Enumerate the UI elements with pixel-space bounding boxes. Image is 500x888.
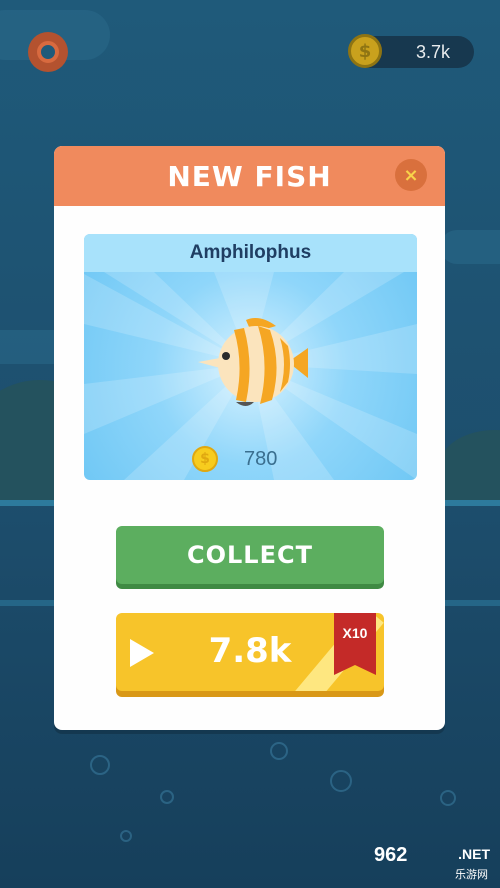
dialog-title: NEW FISH [167, 159, 332, 193]
watch-ad-button[interactable]: 7.8k X10 [116, 613, 384, 691]
coin-icon: $ [348, 34, 382, 68]
fish-illustration [192, 312, 312, 412]
gear-icon[interactable] [28, 32, 68, 72]
coin-balance: $ 3.7k [348, 34, 474, 68]
balance-value: 3.7k [415, 42, 450, 62]
multiplier-badge: X10 [334, 613, 376, 675]
bubble [90, 755, 110, 775]
fish-card: Amphilophus $ 780 [84, 234, 417, 480]
coin-icon: $ [192, 446, 218, 472]
close-icon: × [403, 164, 419, 186]
watermark-sub: 乐游网 [455, 868, 488, 881]
cloud [440, 230, 500, 264]
dialog-header: NEW FISH × [54, 146, 445, 206]
top-bar: $ 3.7k [0, 30, 500, 74]
bubble [330, 770, 352, 792]
island [440, 430, 500, 500]
fish-name-bar: Amphilophus [84, 234, 417, 272]
collect-label: COLLECT [187, 541, 313, 569]
bubble [120, 830, 132, 842]
fish-name: Amphilophus [189, 242, 312, 263]
bubble [270, 742, 288, 760]
reward: $ 780 [192, 446, 277, 472]
watermark-suffix: .NET [458, 846, 490, 862]
new-fish-dialog: NEW FISH × Amphilophus $ 780 COLLECT 7.8… [54, 146, 445, 730]
close-button[interactable]: × [395, 159, 427, 191]
watermark-logo: 962 .NET 乐游网 [374, 844, 492, 882]
gear-center [37, 41, 59, 63]
collect-button[interactable]: COLLECT [116, 526, 384, 584]
bubble [440, 790, 456, 806]
watermark-brand: 962 [374, 844, 408, 866]
butterflyfish-icon [198, 318, 308, 406]
bubble [160, 790, 174, 804]
reward-value: 780 [244, 447, 278, 470]
